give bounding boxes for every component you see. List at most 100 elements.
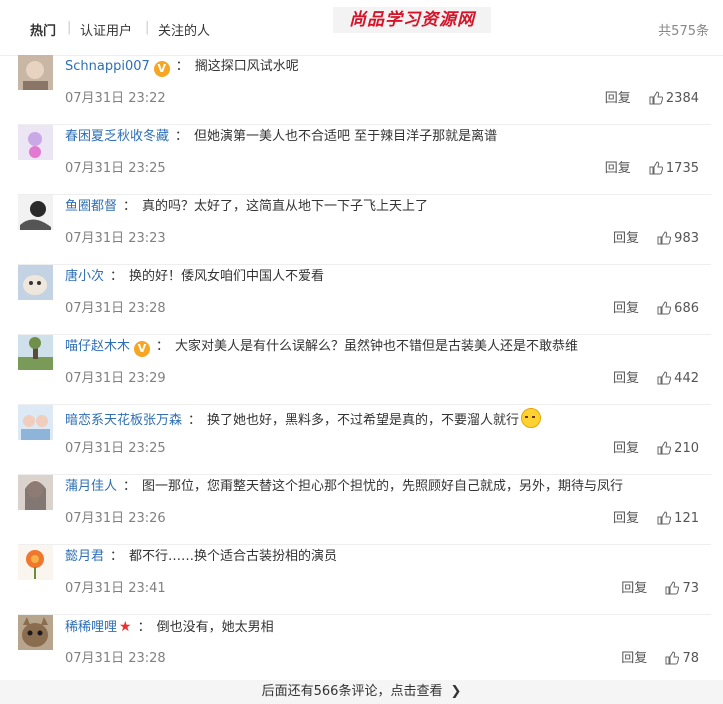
- comment-item: 唐小次 ： 换的好！倭风女咱们中国人不爱看 07月31日 23:28 回复 686: [0, 265, 723, 335]
- comment-item: 鱼圈都督 ： 真的吗？太好了，这简直从地下一下子飞上天上了 07月31日 23:23…: [0, 195, 723, 265]
- like-count: 983: [674, 231, 699, 246]
- reply-button[interactable]: 回复: [613, 511, 639, 526]
- comment-item: 蒲月佳人 ： 图一那位，您甭整天替这个担心那个担忧的，先照顾好自己就成，另外，期待与…: [0, 475, 723, 545]
- colon: ：: [110, 549, 124, 564]
- tab-hot[interactable]: 热门: [30, 20, 56, 39]
- like-count: 78: [682, 651, 699, 666]
- sweat-smile-emoji-icon: [521, 408, 542, 428]
- thumbs-up-icon: [657, 231, 672, 245]
- username-link[interactable]: 稀稀哩哩: [65, 620, 117, 635]
- thumbs-up-icon: [665, 581, 680, 595]
- avatar[interactable]: [18, 615, 53, 650]
- avatar[interactable]: [18, 265, 53, 300]
- thumbs-up-icon: [657, 511, 672, 525]
- comment-text: 大家对美人是有什么误解么？虽然钟也不错但是古装美人还是不敢恭维: [175, 339, 579, 354]
- comment-item: 懿月君 ： 都不行……换个适合古装扮相的演员 07月31日 23:41 回复 73: [0, 545, 723, 615]
- like-count: 1735: [665, 161, 699, 176]
- comment-time: 07月31日 23:25: [65, 441, 166, 456]
- star-badge-icon: ★: [119, 619, 132, 635]
- colon: ：: [175, 129, 189, 144]
- avatar[interactable]: [18, 545, 53, 580]
- reply-button[interactable]: 回复: [613, 231, 639, 246]
- avatar[interactable]: [18, 475, 53, 510]
- colon: ：: [175, 59, 189, 74]
- username-link[interactable]: 懿月君: [65, 549, 104, 564]
- comment-text: 图一那位，您甭整天替这个担心那个担忧的，先照顾好自己就成，另外，期待与凤行: [142, 479, 624, 494]
- verified-badge-icon: V: [134, 341, 151, 357]
- username-link[interactable]: 唐小次: [65, 269, 104, 284]
- username-link[interactable]: 喵仔赵木木: [65, 339, 130, 354]
- like-count: 2384: [665, 91, 699, 106]
- reply-button[interactable]: 回复: [621, 651, 647, 666]
- comment-item: 稀稀哩哩 ★ ： 倒也没有，她太男相 07月31日 23:28 回复 78: [0, 615, 723, 685]
- username-link[interactable]: Schnappi007: [65, 59, 150, 74]
- reply-button[interactable]: 回复: [613, 441, 639, 456]
- total-count: 共575条: [658, 24, 709, 39]
- like-button[interactable]: 1735: [649, 161, 699, 176]
- comment-text: 搁这探口风试水呢: [194, 59, 299, 74]
- comment-time: 07月31日 23:25: [65, 161, 166, 176]
- comment-time: 07月31日 23:23: [65, 231, 166, 246]
- like-count: 686: [674, 301, 699, 316]
- thumbs-up-icon: [665, 651, 680, 665]
- avatar[interactable]: [18, 195, 53, 230]
- tab-following[interactable]: 关注的人: [158, 20, 210, 39]
- like-button[interactable]: 73: [665, 581, 699, 596]
- tab-verified-users[interactable]: 认证用户: [80, 20, 132, 39]
- like-count: 442: [674, 371, 699, 386]
- comment-item: 喵仔赵木木 V ： 大家对美人是有什么误解么？虽然钟也不错但是古装美人还是不敢恭维 0…: [0, 335, 723, 405]
- colon: ：: [156, 339, 170, 354]
- reply-button[interactable]: 回复: [605, 91, 631, 106]
- like-button[interactable]: 78: [665, 651, 699, 666]
- username-link[interactable]: 鱼圈都督: [65, 199, 117, 214]
- thumbs-up-icon: [657, 371, 672, 385]
- like-button[interactable]: 983: [657, 231, 699, 246]
- watermark-logo: 尚品学习资源网: [333, 7, 491, 33]
- comment-text: 都不行……换个适合古装扮相的演员: [129, 549, 338, 564]
- thumbs-up-icon: [649, 91, 663, 105]
- reply-button[interactable]: 回复: [613, 301, 639, 316]
- avatar[interactable]: [18, 405, 53, 440]
- colon: ：: [137, 620, 151, 635]
- comment-text: 但她演第一美人也不合适吧 至于辣目洋子那就是离谱: [194, 129, 498, 144]
- load-more-button[interactable]: 后面还有566条评论，点击查看 ❯: [0, 680, 723, 704]
- colon: ：: [123, 479, 137, 494]
- tab-separator: |: [145, 20, 150, 35]
- colon: ：: [188, 413, 202, 428]
- username-link[interactable]: 春困夏乏秋收冬藏: [65, 129, 169, 144]
- avatar[interactable]: [18, 55, 53, 90]
- verified-badge-icon: V: [153, 61, 170, 77]
- username-link[interactable]: 蒲月佳人: [65, 479, 117, 494]
- avatar[interactable]: [18, 335, 53, 370]
- avatar[interactable]: [18, 125, 53, 160]
- like-button[interactable]: 121: [657, 511, 699, 526]
- comment-text: 真的吗？太好了，这简直从地下一下子飞上天上了: [142, 199, 429, 214]
- comment-time: 07月31日 23:26: [65, 511, 166, 526]
- load-more-label: 后面还有566条评论，点击查看: [261, 684, 443, 699]
- comment-time: 07月31日 23:29: [65, 371, 166, 386]
- reply-button[interactable]: 回复: [621, 581, 647, 596]
- comment-time: 07月31日 23:28: [65, 651, 166, 666]
- like-count: 210: [674, 441, 699, 456]
- like-count: 73: [682, 581, 699, 596]
- reply-button[interactable]: 回复: [613, 371, 639, 386]
- comment-item: Schnappi007 V ： 搁这探口风试水呢 07月31日 23:22 回复 23…: [0, 55, 723, 125]
- thumbs-up-icon: [657, 301, 672, 315]
- comment-item: 春困夏乏秋收冬藏 ： 但她演第一美人也不合适吧 至于辣目洋子那就是离谱 07月31日…: [0, 125, 723, 195]
- reply-button[interactable]: 回复: [605, 161, 631, 176]
- comment-text: 换的好！倭风女咱们中国人不爱看: [129, 269, 325, 284]
- comment-tabs: 热门 | 认证用户 | 关注的人 尚品学习资源网 共575条: [0, 0, 723, 56]
- comment-time: 07月31日 23:22: [65, 91, 166, 106]
- like-button[interactable]: 210: [657, 441, 699, 456]
- comment-text: 换了她也好，黑料多，不过希望是真的，不要溜人就行: [207, 413, 520, 428]
- like-button[interactable]: 442: [657, 371, 699, 386]
- colon: ：: [123, 199, 137, 214]
- comment-time: 07月31日 23:41: [65, 581, 166, 596]
- comment-text: 倒也没有，她太男相: [156, 620, 274, 635]
- like-count: 121: [674, 511, 699, 526]
- like-button[interactable]: 686: [657, 301, 699, 316]
- like-button[interactable]: 2384: [649, 91, 699, 106]
- tab-separator: |: [67, 20, 72, 35]
- comment-time: 07月31日 23:28: [65, 301, 166, 316]
- username-link[interactable]: 暗恋系天花板张万森: [65, 413, 182, 428]
